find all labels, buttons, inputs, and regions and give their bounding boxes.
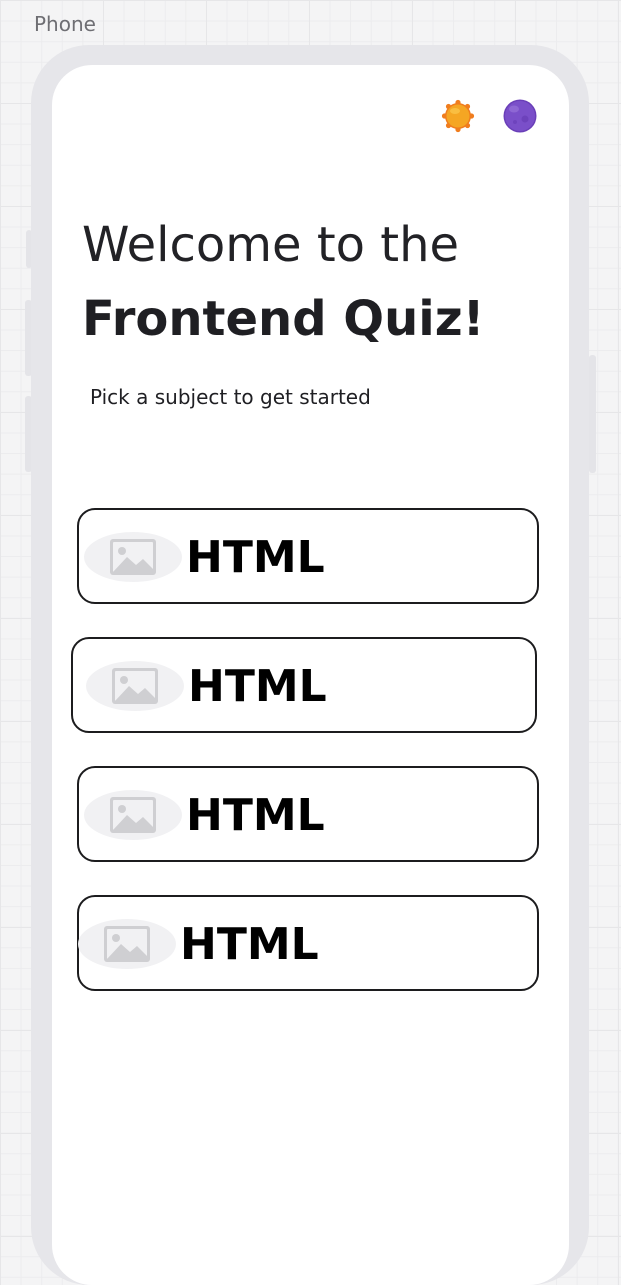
- subject-label: HTML: [186, 790, 325, 841]
- welcome-heading: Welcome to the: [82, 217, 460, 273]
- subject-option[interactable]: HTML: [77, 895, 539, 991]
- subject-option[interactable]: HTML: [71, 637, 537, 733]
- subject-option[interactable]: HTML: [77, 766, 539, 862]
- image-placeholder-icon: [84, 532, 182, 582]
- phone-screen: Welcome to the Frontend Quiz! Pick a sub…: [52, 65, 569, 1285]
- subject-label: HTML: [186, 532, 325, 583]
- subject-label: HTML: [180, 919, 319, 970]
- subtitle: Pick a subject to get started: [90, 385, 371, 409]
- subject-label: HTML: [188, 661, 327, 712]
- image-placeholder-icon: [78, 919, 176, 969]
- sun-icon[interactable]: [441, 99, 475, 133]
- phone-side-button: [589, 355, 596, 473]
- quiz-title: Frontend Quiz!: [82, 291, 485, 347]
- moon-icon[interactable]: [503, 99, 537, 133]
- image-placeholder-icon: [86, 661, 184, 711]
- image-placeholder-icon: [84, 790, 182, 840]
- frame-label: Phone: [34, 12, 96, 36]
- subject-option[interactable]: HTML: [77, 508, 539, 604]
